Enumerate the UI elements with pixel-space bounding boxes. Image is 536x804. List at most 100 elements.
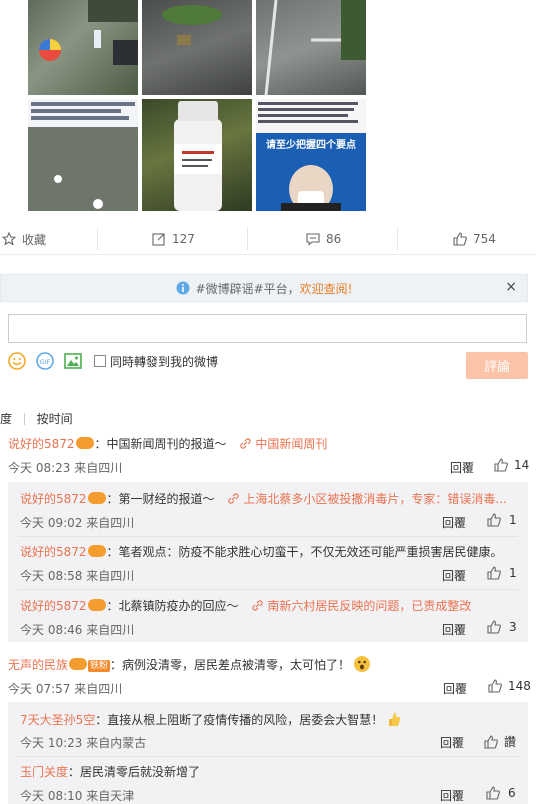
comment-like-button[interactable]: 1 (487, 513, 517, 527)
comment-meta: 今天 08:10 来自天津 (20, 789, 135, 803)
comment-link-text: 南新六村居民反映的问题，已责成整改 (267, 599, 472, 613)
comment-like-count: 6 (508, 786, 516, 800)
comment-item: 无声的民族 铁粉 ：病例没清零，居民差点被清零，太可怕了！ (8, 656, 371, 673)
thumbs-up-emoji-icon (387, 711, 401, 727)
comment-like-count: 14 (514, 458, 530, 472)
reply-button[interactable]: 回覆 (440, 734, 464, 751)
comment-link[interactable]: 中国新闻周刊 (240, 437, 327, 451)
sync-repost-label: 同時轉發到我的微博 (110, 354, 219, 369)
comment-like-button[interactable]: 148 (488, 679, 531, 693)
svg-text:GIF: GIF (40, 358, 51, 366)
weibo-post-screenshot[interactable] (28, 99, 138, 211)
emoji-icon[interactable] (8, 352, 26, 370)
sub-comment-item: 玉门关度：居民清零后就没新增了 (20, 764, 200, 780)
close-icon[interactable]: × (505, 279, 517, 295)
thumbs-up-icon (488, 679, 502, 693)
reply-button[interactable]: 回覆 (442, 567, 466, 584)
repost-button[interactable]: 127 (152, 223, 195, 255)
thumbs-up-icon (486, 786, 500, 800)
vip-badge-icon (87, 545, 106, 557)
comment-icon (306, 233, 320, 246)
reply-button[interactable]: 回覆 (440, 787, 464, 804)
comment-like-count: 1 (509, 566, 517, 580)
comment-text: ：北蔡镇防疫办的回应～ (106, 599, 239, 613)
sub-comment-item: 说好的5872 ：笔者观点：防疫不能求胜心切蛮干，不仅无效还可能严重损害居民健康。 (20, 544, 503, 560)
comment-link[interactable]: 南新六村居民反映的问题，已责成整改 (252, 599, 471, 613)
sync-repost-checkbox[interactable] (94, 355, 106, 367)
comment-like-button[interactable]: 3 (487, 620, 517, 634)
reply-button[interactable]: 回覆 (450, 459, 474, 476)
comment-user[interactable]: 7天大圣孙5空 (20, 713, 95, 727)
submit-comment-button[interactable]: 評論 (466, 352, 528, 379)
comment-meta: 今天 08:58 来自四川 (20, 569, 135, 583)
reply-button[interactable]: 回覆 (442, 621, 466, 638)
comment-text: ：中国新闻周刊的报道～ (94, 437, 227, 451)
street-umbrella-photo[interactable] (28, 0, 138, 95)
comment-like-button[interactable]: 讚 (484, 733, 516, 750)
comment-like-button[interactable]: 1 (487, 566, 517, 580)
gif-icon[interactable]: GIF (36, 352, 54, 370)
comment-text: ：笔者观点：防疫不能求胜心切蛮干，不仅无效还可能严重损害居民健康。 (106, 545, 503, 559)
favorite-button[interactable]: 收藏 (2, 223, 46, 255)
medicine-bottle-photo[interactable] (142, 99, 252, 211)
comment-button[interactable]: 86 (306, 223, 341, 255)
post-action-bar: 收藏 127 86 754 (0, 223, 536, 255)
image-icon[interactable] (64, 352, 82, 370)
comment-user[interactable]: 无声的民族 (8, 658, 68, 672)
reply-button[interactable]: 回覆 (443, 680, 467, 697)
press-conference-photo[interactable]: 请至少把握四个要点 (256, 99, 366, 211)
sub-comment-item: 说好的5872 ：北蔡镇防疫办的回应～ 南新六村居民反映的问题，已责成整改 (20, 598, 471, 614)
star-icon (2, 232, 16, 246)
vip-badge-icon (87, 599, 106, 611)
vip-badge-icon (87, 492, 106, 504)
comment-like-button[interactable]: 6 (486, 786, 516, 800)
thumbs-up-icon (487, 566, 501, 580)
link-icon (252, 600, 264, 611)
reply-button[interactable]: 回覆 (442, 514, 466, 531)
info-icon (176, 281, 190, 295)
comment-sort-bar: 度 按时间 (0, 410, 73, 427)
like-button[interactable]: 754 (453, 223, 496, 255)
comment-text: ：第一财经的报道～ (106, 492, 215, 506)
fan-badge: 铁粉 (88, 660, 111, 672)
sort-time-tab[interactable]: 按时间 (37, 412, 73, 426)
comment-meta: 今天 10:23 来自内蒙古 (20, 736, 147, 750)
sort-hot-tab[interactable]: 度 (0, 412, 12, 426)
comment-user[interactable]: 说好的5872 (8, 437, 75, 451)
thumbs-up-icon (487, 620, 501, 634)
comment-like-count: 1 (509, 513, 517, 527)
vip-badge-icon (69, 658, 88, 670)
comment-meta: 今天 07:57 来自四川 (8, 682, 123, 696)
comment-user[interactable]: 说好的5872 (20, 545, 87, 559)
like-count: 754 (473, 232, 496, 246)
sub-comment-item: 7天大圣孙5空：直接从根上阻断了疫情传播的风险，居委会大智慧！ (20, 711, 401, 728)
surprised-emoji-icon (354, 656, 371, 672)
wet-pavement-photo[interactable] (142, 0, 252, 95)
notice-link[interactable]: 欢迎查阅! (300, 280, 353, 297)
comment-user[interactable]: 说好的5872 (20, 492, 87, 506)
repost-icon (152, 233, 165, 246)
thumbs-up-icon (453, 232, 467, 246)
comment-text: ：病例没清零，居民差点被清零，太可怕了！ (110, 658, 351, 672)
comment-count: 86 (326, 232, 342, 246)
comment-like-count: 3 (509, 620, 517, 634)
post-image-grid: 请至少把握四个要点 (28, 0, 368, 211)
comment-like-button[interactable]: 14 (494, 458, 529, 472)
favorite-label: 收藏 (22, 232, 47, 247)
comment-like-count: 讚 (504, 735, 517, 749)
link-icon (228, 493, 240, 504)
comment-item: 说好的5872 ：中国新闻周刊的报道～ 中国新闻周刊 (8, 436, 327, 452)
link-icon (240, 438, 252, 449)
thumbs-up-icon (484, 734, 498, 749)
comment-input[interactable] (8, 314, 527, 343)
comment-link-text: 上海北蔡多小区被投撒消毒片，专家：错误消毒... (243, 492, 507, 506)
comment-link[interactable]: 上海北蔡多小区被投撒消毒片，专家：错误消毒... (228, 492, 507, 506)
comment-text: ：居民清零后就没新增了 (68, 765, 201, 779)
parking-lot-photo[interactable] (256, 0, 366, 95)
notice-text: #微博辟谣#平台， (195, 281, 300, 296)
comment-user[interactable]: 玉门关度 (20, 765, 68, 779)
comment-text: ：直接从根上阻断了疫情传播的风险，居委会大智慧！ (95, 713, 384, 727)
comment-like-count: 148 (508, 679, 531, 693)
repost-count: 127 (172, 232, 195, 246)
comment-user[interactable]: 说好的5872 (20, 599, 87, 613)
